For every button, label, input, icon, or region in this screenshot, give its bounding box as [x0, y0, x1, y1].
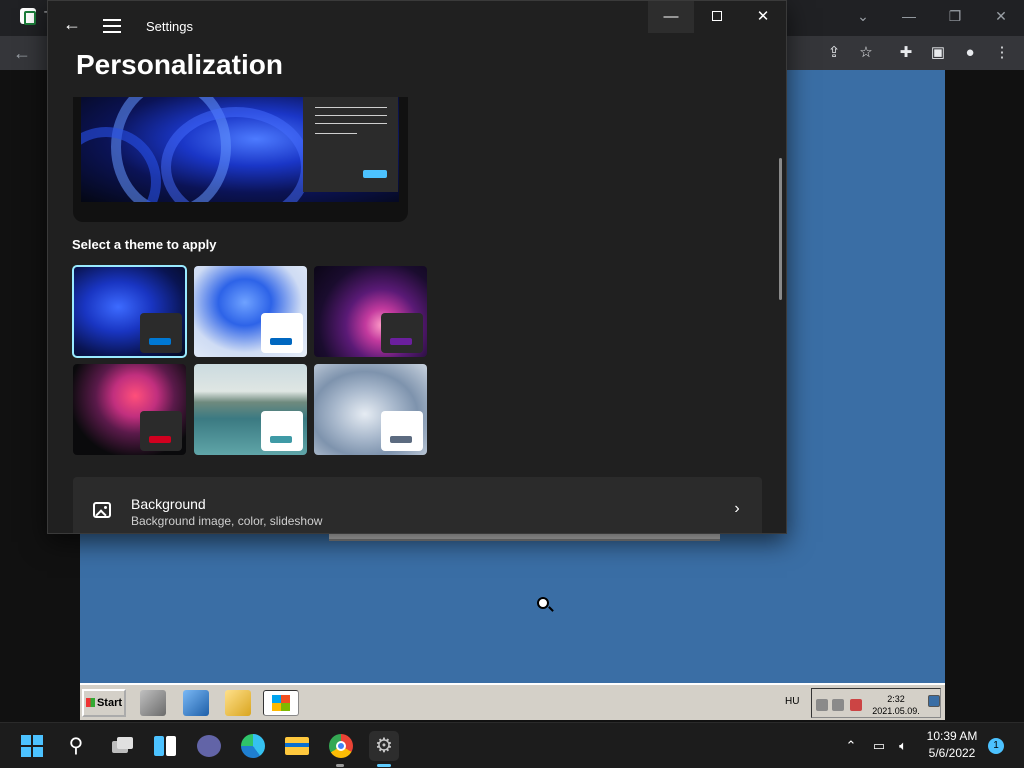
remote-system-tray: 2:32 2021.05.09. [811, 688, 941, 718]
browser-minimize-button[interactable]: — [898, 6, 920, 26]
theme-sunrise[interactable] [194, 364, 307, 455]
powershell-icon[interactable] [183, 690, 209, 716]
theme-glow[interactable] [314, 266, 427, 357]
theme-grid [72, 265, 429, 456]
tab-favicon-icon [20, 8, 36, 25]
clock-date: 5/6/2022 [928, 746, 976, 760]
minimize-button[interactable]: — [648, 1, 694, 33]
share-icon[interactable]: ⇪ [823, 42, 845, 64]
preview-accent-button [363, 170, 387, 178]
settings-window: ← Settings — ✕ Personalization Select a … [47, 0, 787, 534]
network-icon[interactable]: ▭ [870, 737, 888, 755]
remote-language-indicator[interactable]: HU [785, 696, 799, 707]
theme-windows-light[interactable] [194, 266, 307, 357]
browser-close-button[interactable]: ✕ [990, 6, 1012, 26]
scrollbar-thumb[interactable] [779, 158, 782, 300]
remote-taskbar: Start HU 2:32 2021.05.09. [80, 683, 945, 720]
tab-search-chevron-icon[interactable]: ⌄ [852, 6, 874, 26]
chevron-right-icon: › [734, 500, 740, 517]
tray-expand-icon[interactable] [816, 699, 828, 711]
hamburger-menu-icon[interactable] [102, 15, 122, 35]
theme-section-label: Select a theme to apply [72, 237, 217, 252]
search-icon[interactable]: ⚲ [61, 731, 91, 761]
taskbar: ⚲ ⚙ ⌃ ▭ 🔈︎ 10:39 AM 5/6/2022 1 [0, 722, 1024, 768]
file-explorer-icon[interactable] [282, 731, 312, 761]
windows-update-icon[interactable] [263, 690, 299, 716]
window-title: Settings [146, 19, 193, 34]
image-icon [93, 502, 111, 518]
show-desktop-icon[interactable] [928, 695, 940, 707]
maximize-button[interactable] [694, 1, 740, 33]
more-icon[interactable]: ⋮ [991, 42, 1013, 64]
volume-muted-icon[interactable] [850, 699, 862, 711]
task-view-icon[interactable] [106, 731, 136, 761]
teams-chat-icon[interactable] [194, 731, 224, 761]
background-row-title: Background [131, 496, 206, 512]
star-icon[interactable]: ☆ [855, 42, 877, 64]
server-manager-icon[interactable] [140, 690, 166, 716]
theme-card-preview [261, 411, 303, 451]
taskbar-clock[interactable]: 10:39 AM 5/6/2022 [920, 728, 984, 762]
remote-date: 2021.05.09. [872, 706, 920, 716]
theme-card-preview [381, 411, 423, 451]
theme-card-preview [140, 313, 182, 353]
close-button[interactable]: ✕ [740, 1, 786, 33]
explorer-folder-icon[interactable] [225, 690, 251, 716]
theme-card-preview [140, 411, 182, 451]
browser-restore-button[interactable]: ❐ [944, 6, 966, 26]
theme-preview [73, 97, 408, 222]
preview-wallpaper [81, 97, 399, 202]
back-arrow-icon[interactable]: ← [10, 42, 34, 64]
settings-icon[interactable]: ⚙ [369, 731, 399, 767]
side-panel-icon[interactable]: ▣ [927, 42, 949, 64]
background-setting-row[interactable]: Background Background image, color, slid… [73, 477, 762, 533]
magnifier-cursor-icon [537, 597, 549, 609]
remote-start-button[interactable]: Start [82, 689, 126, 717]
notification-badge[interactable]: 1 [988, 738, 1004, 754]
profile-icon[interactable]: ● [959, 42, 981, 64]
remote-time: 2:32 [887, 694, 905, 704]
settings-titlebar: ← Settings — ✕ [48, 1, 786, 49]
background-row-subtitle: Background image, color, slideshow [131, 514, 323, 528]
theme-card-preview [381, 313, 423, 353]
back-arrow-icon[interactable]: ← [60, 13, 84, 37]
network-icon[interactable] [832, 699, 844, 711]
chevron-up-icon[interactable]: ⌃ [842, 737, 860, 755]
extensions-icon[interactable]: ✚ [895, 42, 917, 64]
preview-window [303, 97, 398, 192]
page-title: Personalization [76, 49, 283, 80]
theme-windows-dark[interactable] [72, 265, 187, 358]
theme-flow[interactable] [314, 364, 427, 455]
widgets-icon[interactable] [150, 731, 180, 761]
remote-clock[interactable]: 2:32 2021.05.09. [870, 693, 922, 717]
chrome-icon[interactable] [326, 731, 356, 767]
edge-icon[interactable] [238, 731, 268, 761]
start-icon[interactable] [17, 731, 47, 761]
theme-captured-motion[interactable] [73, 364, 186, 455]
theme-card-preview [261, 313, 303, 353]
volume-icon[interactable]: 🔈︎ [894, 737, 912, 755]
clock-time: 10:39 AM [926, 729, 978, 743]
